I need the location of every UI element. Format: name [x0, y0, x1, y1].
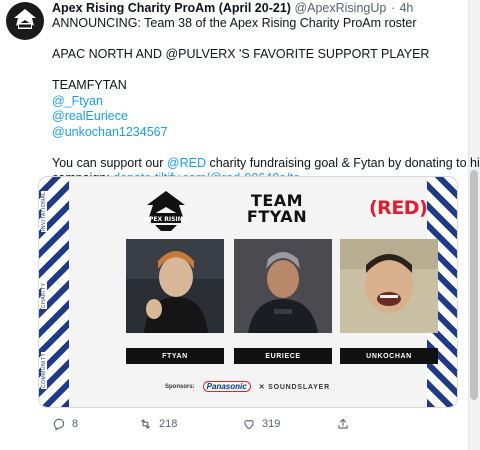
like-icon	[242, 417, 256, 431]
player-name-ftyan: FTYAN	[126, 348, 224, 364]
mention-unkochan[interactable]: @unkochan1234567	[52, 125, 168, 139]
player-photo-unkochan	[340, 239, 438, 333]
mention-ftyan[interactable]: @_Ftyan	[52, 94, 103, 108]
apex-rising-logo-icon	[14, 9, 36, 29]
reply-icon	[52, 417, 66, 431]
retweet-icon	[138, 417, 153, 431]
mention-red[interactable]: @RED	[167, 156, 206, 170]
player-card-euriece: EURIECE	[234, 239, 332, 364]
tweet-header: Apex Rising Charity ProAm (April 20-21) …	[52, 0, 413, 16]
soundslayer-logo: ✕ SOUNDSLAYER	[259, 383, 330, 391]
player-photo-ftyan	[126, 239, 224, 333]
reply-count: 8	[72, 418, 79, 430]
support-text-post: charity fundraising goal & Fytan by dona…	[206, 155, 480, 170]
mention-euriece[interactable]: @realEuriece	[52, 109, 128, 123]
card-content: APEX RISING TEAM FTYAN (RED) FTYAN EURIE…	[69, 177, 438, 407]
stripe-label-community: COMMUNITY	[41, 351, 47, 389]
author-handle[interactable]: @ApexRisingUp	[294, 1, 386, 15]
tweet-time[interactable]: 4h	[399, 1, 413, 15]
reply-button[interactable]: 8	[52, 417, 78, 431]
soundslayer-text: SOUNDSLAYER	[268, 383, 330, 391]
player-card-ftyan: FTYAN	[126, 239, 224, 364]
team-line: TEAMFYTAN	[52, 78, 127, 92]
stripe-left: INVITATIONAL CHARITY COMMUNITY	[39, 177, 69, 407]
player-name-unkochan: UNKOCHAN	[340, 348, 438, 364]
like-button[interactable]: 319	[242, 417, 280, 431]
tweet-image-card[interactable]: INVITATIONAL CHARITY COMMUNITY APEX RISI…	[38, 176, 458, 408]
soundslayer-icon: ✕	[258, 383, 266, 391]
separator-dot: ·	[390, 1, 395, 15]
scrollbar-thumb[interactable]	[470, 170, 478, 400]
scrollbar-track[interactable]	[468, 0, 480, 450]
announce-line: ANNOUNCING: Team 38 of the Apex Rising C…	[52, 16, 417, 30]
player-card-unkochan: UNKOCHAN	[340, 239, 438, 364]
retweet-button[interactable]: 218	[138, 417, 177, 431]
support-text-pre: You can support our	[52, 155, 167, 170]
tweet-body: ANNOUNCING: Team 38 of the Apex Rising C…	[52, 16, 480, 187]
tweet: Apex Rising Charity ProAm (April 20-21) …	[0, 0, 480, 450]
apex-rising-logo-text: APEX RISING	[144, 216, 187, 223]
team-title: TEAM FTYAN	[232, 193, 322, 225]
team-title-line2: FTYAN	[246, 207, 308, 226]
red-logo: (RED)	[369, 197, 428, 219]
like-count: 319	[262, 418, 281, 430]
apex-rising-logo: APEX RISING	[144, 191, 188, 231]
apac-line: APAC NORTH AND @PULVERX 'S FAVORITE SUPP…	[52, 47, 430, 61]
stripe-label-invitational: INVITATIONAL	[41, 190, 47, 232]
avatar[interactable]	[6, 2, 44, 40]
sponsors-label: Sponsors:	[165, 383, 195, 390]
share-icon	[336, 417, 350, 431]
author-name[interactable]: Apex Rising Charity ProAm (April 20-21)	[52, 1, 291, 15]
sponsors-row: Sponsors: Panasonic ✕ SOUNDSLAYER	[165, 381, 330, 392]
panasonic-logo: Panasonic	[202, 381, 251, 392]
retweet-count: 218	[159, 418, 178, 430]
stripe-label-charity: CHARITY	[41, 281, 47, 309]
player-photo-euriece	[234, 239, 332, 333]
player-name-euriece: EURIECE	[234, 348, 332, 364]
share-button[interactable]	[336, 417, 350, 431]
